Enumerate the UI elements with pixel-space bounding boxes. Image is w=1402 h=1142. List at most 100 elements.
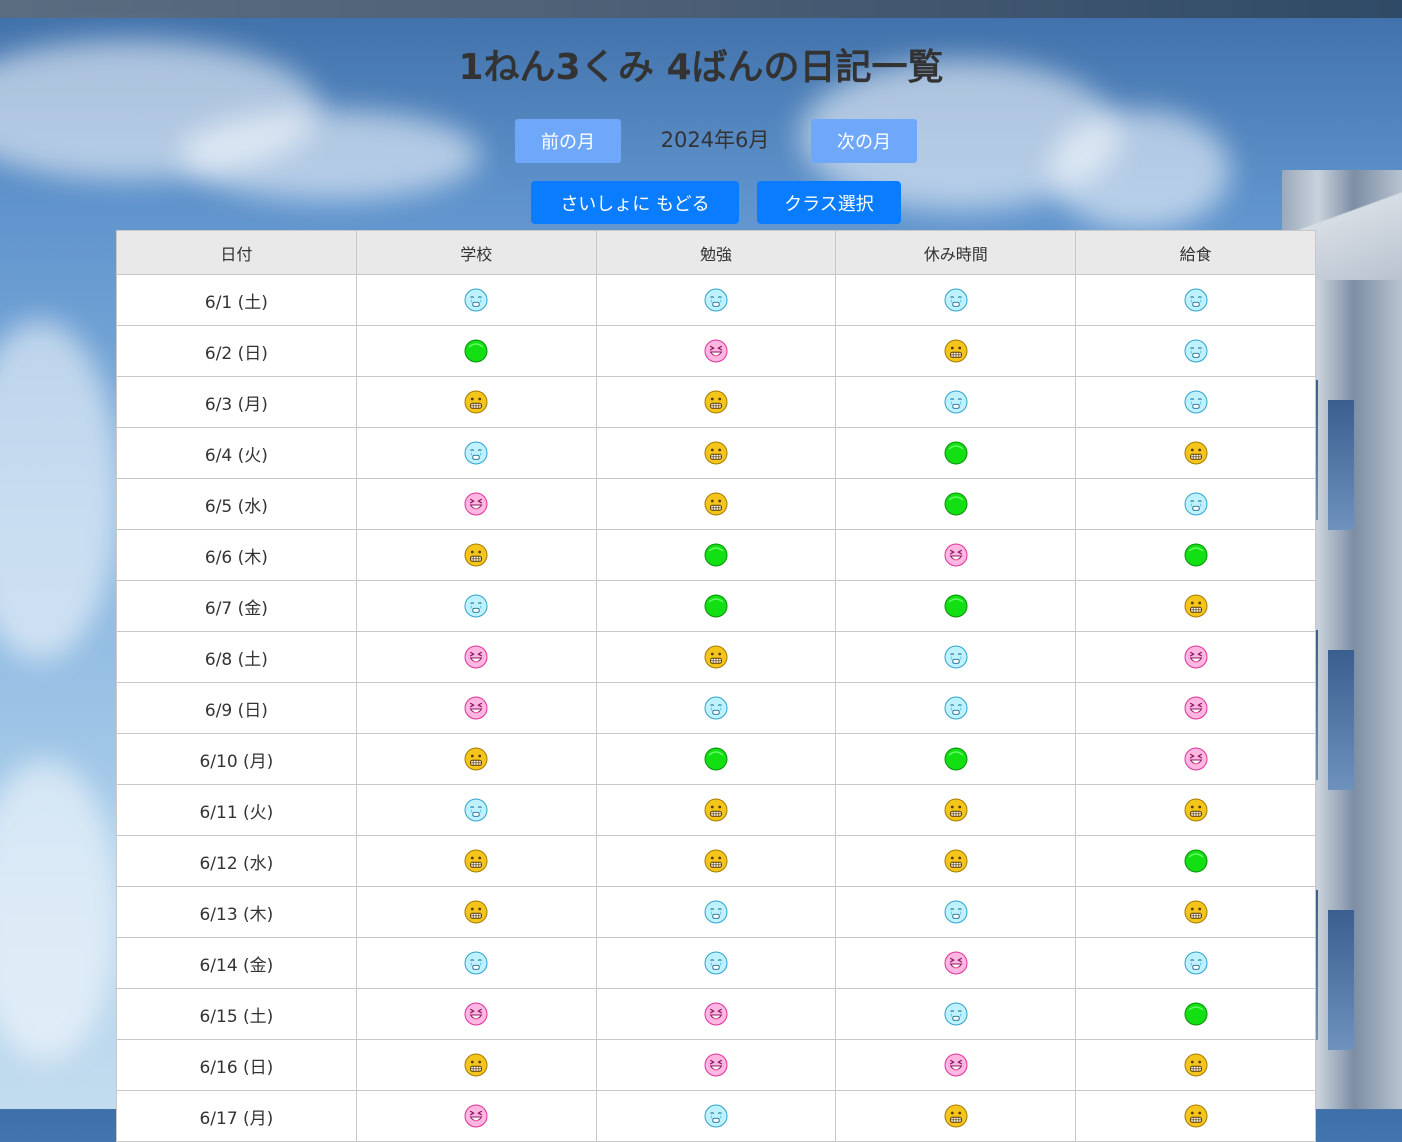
mood-cell xyxy=(595,478,837,530)
crying-face-icon xyxy=(704,696,728,720)
grinning-face-icon xyxy=(464,543,488,567)
date-cell: 6/7 (金) xyxy=(116,580,357,632)
green-circle-icon xyxy=(704,594,728,618)
mood-cell xyxy=(595,835,837,887)
mood-cell xyxy=(595,1039,837,1091)
mood-cell xyxy=(835,937,1077,989)
crying-face-icon xyxy=(944,288,968,312)
crying-face-icon xyxy=(944,1002,968,1026)
mood-cell xyxy=(595,325,837,377)
mood-cell xyxy=(1075,529,1316,581)
green-circle-icon xyxy=(1184,849,1208,873)
date-cell: 6/16 (日) xyxy=(116,1039,357,1091)
mood-cell xyxy=(1075,886,1316,938)
table-row: 6/1 (土) xyxy=(116,274,1316,326)
top-bar xyxy=(0,0,1402,18)
mood-cell xyxy=(1075,1039,1316,1091)
page-title: 1ねん3くみ 4ばんの日記一覧 xyxy=(458,47,944,88)
mood-cell xyxy=(355,376,597,428)
crying-face-icon xyxy=(704,1104,728,1128)
mood-cell xyxy=(595,274,837,326)
mood-cell xyxy=(595,631,837,683)
grinning-face-icon xyxy=(944,849,968,873)
mood-cell xyxy=(1075,937,1316,989)
crying-face-icon xyxy=(1184,390,1208,414)
mood-cell xyxy=(835,733,1077,785)
mood-cell xyxy=(355,988,597,1040)
grinning-face-icon xyxy=(944,798,968,822)
mood-cell xyxy=(1075,835,1316,887)
mood-cell xyxy=(595,886,837,938)
mood-cell xyxy=(835,835,1077,887)
mood-cell xyxy=(835,580,1077,632)
green-circle-icon xyxy=(944,492,968,516)
mood-cell xyxy=(1075,784,1316,836)
laughing-face-icon xyxy=(704,339,728,363)
green-circle-icon xyxy=(704,747,728,771)
green-circle-icon xyxy=(1184,543,1208,567)
crying-face-icon xyxy=(464,798,488,822)
date-cell: 6/17 (月) xyxy=(116,1090,357,1142)
mood-cell xyxy=(835,1039,1077,1091)
crying-face-icon xyxy=(464,288,488,312)
mood-cell xyxy=(1075,325,1316,377)
table-row: 6/17 (月) xyxy=(116,1090,1316,1142)
crying-face-icon xyxy=(464,441,488,465)
table-header-row: 日付 学校 勉強 休み時間 給食 xyxy=(116,230,1316,275)
green-circle-icon xyxy=(464,339,488,363)
green-circle-icon xyxy=(944,747,968,771)
laughing-face-icon xyxy=(464,1104,488,1128)
grinning-face-icon xyxy=(1184,1053,1208,1077)
header-date: 日付 xyxy=(116,230,357,275)
table-row: 6/6 (木) xyxy=(116,529,1316,581)
laughing-face-icon xyxy=(464,696,488,720)
class-select-button[interactable]: クラス選択 xyxy=(757,181,901,224)
crying-face-icon xyxy=(944,900,968,924)
mood-cell xyxy=(595,1090,837,1142)
next-month-button[interactable]: 次の月 xyxy=(811,119,917,163)
date-cell: 6/14 (金) xyxy=(116,937,357,989)
mood-cell xyxy=(355,427,597,479)
mood-cell xyxy=(355,784,597,836)
back-to-start-button[interactable]: さいしょに もどる xyxy=(531,181,739,224)
header-break-time: 休み時間 xyxy=(835,230,1077,275)
grinning-face-icon xyxy=(1184,594,1208,618)
table-row: 6/12 (水) xyxy=(116,835,1316,887)
date-cell: 6/5 (水) xyxy=(116,478,357,530)
grinning-face-icon xyxy=(1184,1104,1208,1128)
date-cell: 6/9 (日) xyxy=(116,682,357,734)
mood-cell xyxy=(1075,376,1316,428)
grinning-face-icon xyxy=(464,390,488,414)
laughing-face-icon xyxy=(704,1053,728,1077)
mood-cell xyxy=(595,988,837,1040)
mood-cell xyxy=(355,682,597,734)
crying-face-icon xyxy=(464,951,488,975)
laughing-face-icon xyxy=(1184,747,1208,771)
mood-cell xyxy=(595,580,837,632)
table-row: 6/5 (水) xyxy=(116,478,1316,530)
mood-cell xyxy=(595,427,837,479)
grinning-face-icon xyxy=(1184,441,1208,465)
crying-face-icon xyxy=(944,696,968,720)
date-cell: 6/11 (火) xyxy=(116,784,357,836)
crying-face-icon xyxy=(944,645,968,669)
laughing-face-icon xyxy=(944,543,968,567)
grinning-face-icon xyxy=(704,441,728,465)
mood-cell xyxy=(355,1039,597,1091)
mood-cell xyxy=(355,580,597,632)
grinning-face-icon xyxy=(704,798,728,822)
mood-cell xyxy=(835,682,1077,734)
grinning-face-icon xyxy=(704,849,728,873)
mood-cell xyxy=(595,733,837,785)
mood-cell xyxy=(355,1090,597,1142)
prev-month-button[interactable]: 前の月 xyxy=(515,119,621,163)
table-row: 6/15 (土) xyxy=(116,988,1316,1040)
mood-cell xyxy=(1075,733,1316,785)
mood-cell xyxy=(355,733,597,785)
mood-cell xyxy=(355,529,597,581)
mood-cell xyxy=(835,478,1077,530)
mood-cell xyxy=(1075,682,1316,734)
date-cell: 6/6 (木) xyxy=(116,529,357,581)
table-row: 6/7 (金) xyxy=(116,580,1316,632)
grinning-face-icon xyxy=(944,1104,968,1128)
